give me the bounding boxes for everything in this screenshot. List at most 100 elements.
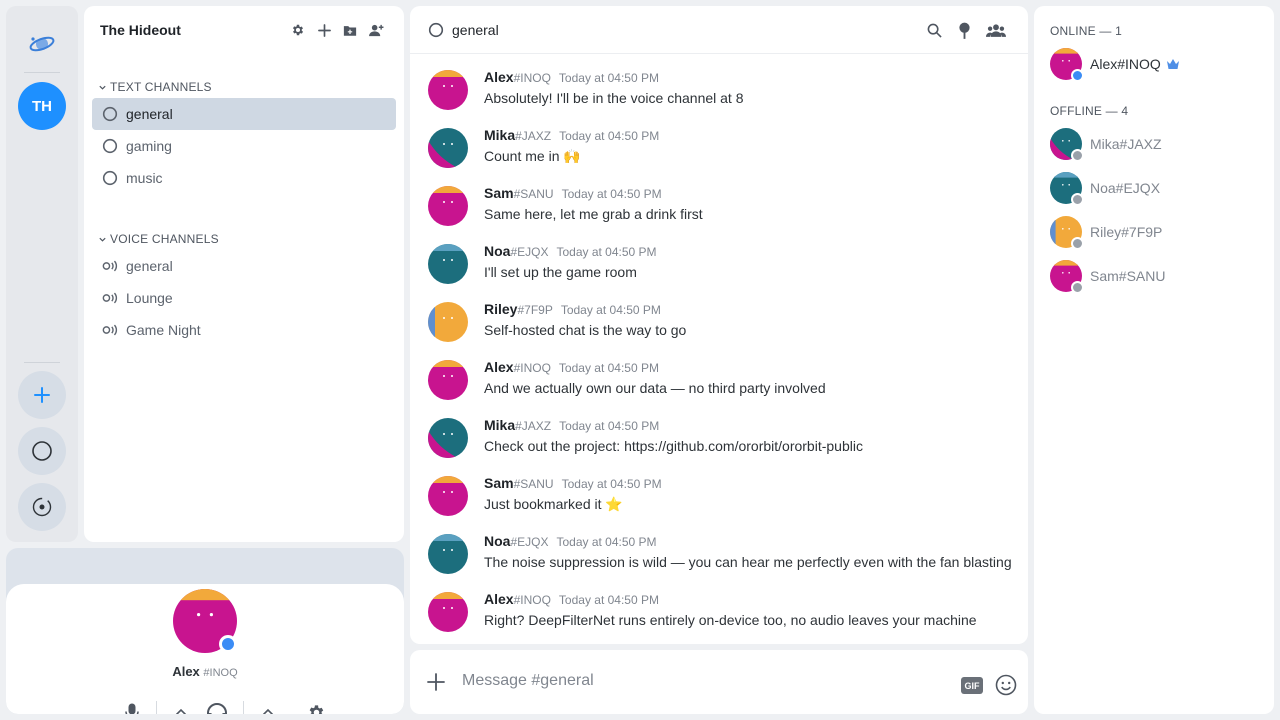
member-name: Riley#7F9P: [1090, 224, 1163, 240]
user-settings-button[interactable]: [306, 702, 326, 714]
input-options-button[interactable]: [171, 702, 191, 714]
user-tag: #INOQ: [203, 667, 238, 679]
server-icon-the-hideout[interactable]: TH: [18, 82, 66, 130]
member-item[interactable]: Riley#7F9P: [1050, 214, 1260, 250]
search-icon: [927, 23, 942, 38]
gear-icon: [292, 24, 304, 36]
member-avatar: [1050, 260, 1084, 294]
user-panel: Alex #INOQ: [6, 548, 404, 714]
channel-voice-general[interactable]: general: [92, 250, 396, 282]
server-name[interactable]: The Hideout: [100, 22, 181, 38]
invite-people-button[interactable]: [368, 22, 384, 38]
message-author[interactable]: Riley: [484, 301, 517, 317]
gif-button[interactable]: GIF: [961, 677, 983, 694]
pinned-messages-button[interactable]: [956, 22, 972, 39]
message-author[interactable]: Sam: [484, 475, 514, 491]
app-logo-icon[interactable]: [26, 28, 58, 60]
text-channel-icon: [102, 106, 118, 122]
message-author[interactable]: Mika: [484, 127, 515, 143]
offline-status-indicator: [1071, 193, 1084, 206]
message-author-tag: #INOQ: [513, 361, 551, 375]
member-name: Mika#JAXZ: [1090, 136, 1162, 152]
member-item[interactable]: Mika#JAXZ: [1050, 126, 1260, 162]
message-item[interactable]: Alex #INOQ Today at 04:50 PM And we actuall…: [426, 358, 1016, 414]
message-item[interactable]: Riley #7F9P Today at 04:50 PM Self-hosted c…: [426, 300, 1016, 356]
member-avatar: [1050, 172, 1084, 206]
channel-text-gaming[interactable]: gaming: [92, 130, 396, 162]
create-channel-button[interactable]: [316, 22, 332, 38]
message-text: I'll set up the game room: [484, 264, 637, 280]
server-settings-button[interactable]: [290, 22, 306, 38]
message-author-avatar[interactable]: [428, 186, 468, 226]
message-timestamp: Today at 04:50 PM: [559, 419, 660, 433]
text-channel-icon: [102, 170, 118, 186]
search-button[interactable]: [926, 22, 942, 38]
channel-voice-lounge[interactable]: Lounge: [92, 282, 396, 314]
plus-icon: [317, 23, 331, 37]
message-meta: Sam #SANU Today at 04:50 PM: [484, 185, 662, 201]
create-category-button[interactable]: [342, 22, 358, 38]
message-text: Just bookmarked it ⭐: [484, 496, 623, 512]
channel-text-general[interactable]: general: [92, 98, 396, 130]
online-members-header: ONLINE — 1: [1050, 24, 1123, 38]
message-author-avatar[interactable]: [428, 244, 468, 284]
message-author-tag: #7F9P: [517, 303, 553, 317]
pin-icon: [958, 22, 970, 39]
message-item[interactable]: Alex #INOQ Today at 04:50 PM Right? DeepFil…: [426, 590, 1016, 644]
server-rail: TH: [6, 6, 78, 542]
category-text-channels[interactable]: TEXT CHANNELS: [98, 80, 212, 94]
message-text: Check out the project: https://github.co…: [484, 438, 863, 454]
microphone-button[interactable]: [122, 702, 142, 714]
message-author[interactable]: Sam: [484, 185, 514, 201]
message-item[interactable]: Mika #JAXZ Today at 04:50 PM Check out the …: [426, 416, 1016, 472]
member-avatar: [1050, 216, 1084, 250]
add-user-icon: [368, 24, 383, 36]
message-text: Same here, let me grab a drink first: [484, 206, 703, 222]
message-author-avatar[interactable]: [428, 360, 468, 400]
member-item[interactable]: Noa#EJQX: [1050, 170, 1260, 206]
output-options-button[interactable]: [258, 702, 278, 714]
member-item[interactable]: Alex#INOQ: [1050, 46, 1260, 82]
message-item[interactable]: Mika #JAXZ Today at 04:50 PM Count me in 🙌: [426, 126, 1016, 182]
message-item[interactable]: Alex #INOQ Today at 04:50 PM Absolutely! I'…: [426, 68, 1016, 124]
attach-button[interactable]: [426, 672, 446, 692]
rail-divider: [24, 72, 60, 73]
message-item[interactable]: Noa #EJQX Today at 04:50 PM The noise suppr…: [426, 532, 1016, 588]
message-author[interactable]: Alex: [484, 69, 514, 85]
message-text: Count me in 🙌: [484, 148, 581, 164]
headphones-button[interactable]: [205, 702, 229, 714]
chat-tools: [926, 22, 1006, 39]
channel-label: Game Night: [126, 322, 201, 338]
member-item[interactable]: Sam#SANU: [1050, 258, 1260, 294]
message-author[interactable]: Alex: [484, 359, 514, 375]
message-author-avatar[interactable]: [428, 592, 468, 632]
category-voice-channels[interactable]: VOICE CHANNELS: [98, 232, 219, 246]
message-item[interactable]: Sam #SANU Today at 04:50 PM Just bookmarked…: [426, 474, 1016, 530]
message-item[interactable]: Sam #SANU Today at 04:50 PM Same here, let …: [426, 184, 1016, 240]
orbit-button[interactable]: [18, 483, 66, 531]
message-item[interactable]: Noa #EJQX Today at 04:50 PM I'll set up the…: [426, 242, 1016, 298]
message-timestamp: Today at 04:50 PM: [561, 477, 662, 491]
offline-status-indicator: [1071, 281, 1084, 294]
chat-channel-name: general: [452, 21, 499, 38]
message-input[interactable]: [462, 668, 942, 694]
add-server-button[interactable]: [18, 371, 66, 419]
emoji-button[interactable]: [995, 674, 1017, 696]
message-author-tag: #JAXZ: [515, 419, 552, 433]
message-author-avatar[interactable]: [428, 418, 468, 458]
message-author-avatar[interactable]: [428, 70, 468, 110]
message-author-avatar[interactable]: [428, 534, 468, 574]
message-author[interactable]: Mika: [484, 417, 515, 433]
gear-icon: [309, 704, 323, 714]
plus-icon: [427, 673, 445, 691]
message-author-avatar[interactable]: [428, 302, 468, 342]
message-author-avatar[interactable]: [428, 128, 468, 168]
message-author-avatar[interactable]: [428, 476, 468, 516]
channel-text-music[interactable]: music: [92, 162, 396, 194]
member-list-button[interactable]: [986, 22, 1006, 38]
message-author[interactable]: Alex: [484, 591, 514, 607]
explore-servers-button[interactable]: [18, 427, 66, 475]
message-author[interactable]: Noa: [484, 243, 510, 259]
message-author[interactable]: Noa: [484, 533, 510, 549]
channel-voice-game-night[interactable]: Game Night: [92, 314, 396, 346]
